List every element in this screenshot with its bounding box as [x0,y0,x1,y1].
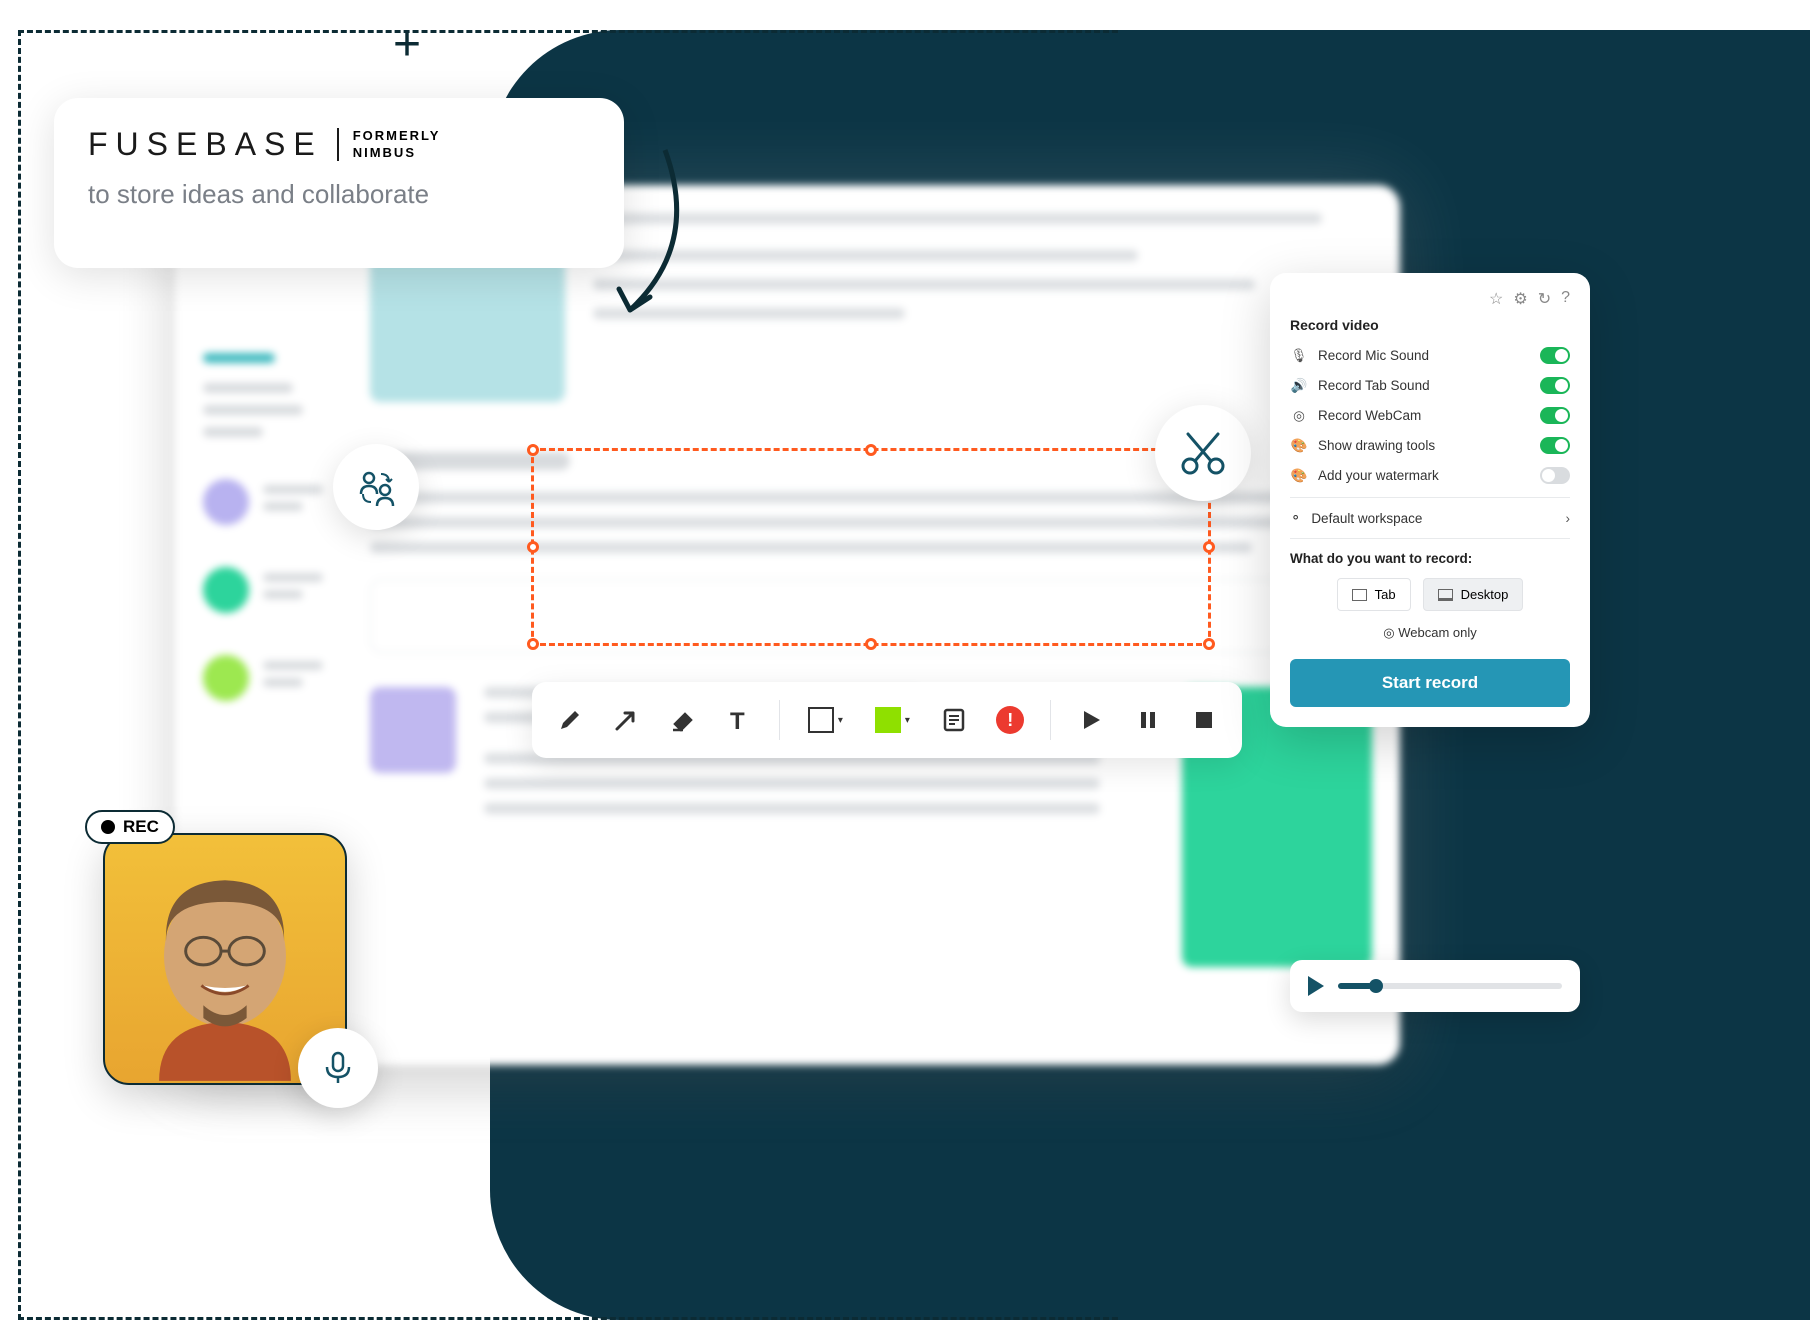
sidebar-item[interactable] [203,479,338,525]
toggle-tab[interactable] [1540,377,1570,394]
microphone-icon [298,1028,378,1108]
shape-tool[interactable]: ▾ [804,702,847,738]
watermark-icon: 🎨 [1290,468,1308,484]
webcam-icon: ◎ [1290,408,1308,424]
opt-tab-sound: 🔊 Record Tab Sound [1290,377,1570,394]
fusebase-card: FUSEBASE FORMERLY NIMBUS to store ideas … [54,98,624,268]
mic-icon: 🎙 [1290,348,1308,364]
toggle-watermark[interactable] [1540,467,1570,484]
notes-tool[interactable] [938,702,970,738]
workspace-selector[interactable]: ⚬ Default workspace › [1290,510,1570,526]
rec-label: REC [123,817,159,837]
stop-button[interactable] [1188,702,1220,738]
gear-icon[interactable]: ⚙ [1513,289,1527,309]
pause-button[interactable] [1132,702,1164,738]
annotation-toolbar: T ▾ ▾ ! [532,682,1242,758]
toggle-mic[interactable] [1540,347,1570,364]
rec-dot-icon [101,820,115,834]
mode-tab-button[interactable]: Tab [1337,578,1411,611]
webcam-only-button[interactable]: ◎ Webcam only [1290,625,1570,641]
svg-text:T: T [730,708,745,733]
mode-desktop-button[interactable]: Desktop [1423,578,1524,611]
refresh-icon[interactable]: ↻ [1538,289,1551,309]
star-icon[interactable]: ☆ [1489,289,1503,309]
palette-icon: 🎨 [1290,438,1308,454]
opt-mic: 🎙 Record Mic Sound [1290,347,1570,364]
desktop-icon [1438,589,1453,601]
pencil-tool[interactable] [554,702,586,738]
rec-badge: REC [85,810,175,844]
chevron-right-icon: › [1566,511,1571,526]
opt-watermark: 🎨 Add your watermark [1290,467,1570,484]
collaborate-icon [333,444,419,530]
alert-tool[interactable]: ! [994,702,1026,738]
help-icon[interactable]: ? [1561,289,1570,309]
workspace-icon: ⚬ [1290,510,1301,526]
toggle-drawing[interactable] [1540,437,1570,454]
fusebase-formerly: FORMERLY NIMBUS [337,128,441,162]
panel-title: Record video [1290,317,1570,333]
progress-track[interactable] [1338,983,1562,989]
opt-webcam: ◎ Record WebCam [1290,407,1570,424]
toggle-webcam[interactable] [1540,407,1570,424]
eraser-tool[interactable] [667,702,699,738]
sidebar-item[interactable] [203,655,338,701]
fusebase-tagline: to store ideas and collaborate [88,179,590,210]
sidebar-item[interactable] [203,567,338,613]
tab-icon [1352,589,1367,601]
plus-icon: + [393,17,421,72]
record-mode-title: What do you want to record: [1290,551,1570,566]
play-button[interactable] [1308,976,1324,996]
target-icon: ◎ [1383,625,1394,640]
arrow-tool[interactable] [610,702,642,738]
start-record-button[interactable]: Start record [1290,659,1570,707]
fusebase-logo-text: FUSEBASE [88,126,323,163]
scissors-icon [1155,405,1251,501]
crop-selection[interactable] [531,448,1211,646]
audio-player [1290,960,1580,1012]
play-button[interactable] [1075,702,1107,738]
speaker-icon: 🔊 [1290,378,1308,394]
opt-drawing: 🎨 Show drawing tools [1290,437,1570,454]
color-tool[interactable]: ▾ [871,702,914,738]
progress-knob[interactable] [1369,979,1383,993]
record-panel: ☆ ⚙ ↻ ? Record video 🎙 Record Mic Sound … [1270,273,1590,727]
text-tool[interactable]: T [723,702,755,738]
